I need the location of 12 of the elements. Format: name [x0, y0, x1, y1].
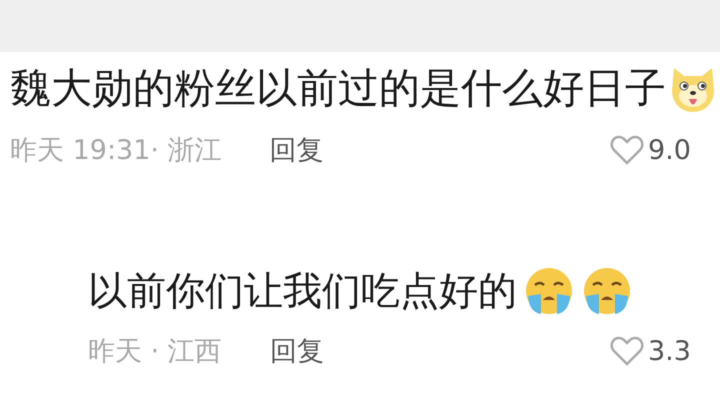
- heart-icon[interactable]: [610, 135, 644, 165]
- crying-emoji-icon: [581, 266, 633, 316]
- heart-icon[interactable]: [610, 336, 644, 366]
- comment-time-location: 昨天 19:31· 浙江: [10, 134, 222, 168]
- comment-time-location: 昨天 · 江西: [88, 335, 222, 369]
- reply-link[interactable]: 回复: [270, 132, 324, 168]
- like-count: 3.3: [648, 336, 691, 366]
- reply-link[interactable]: 回复: [270, 333, 324, 369]
- like-count: 9.0: [648, 134, 691, 166]
- crying-emoji-icon: [523, 266, 575, 316]
- comment-text: 魏大勋的粉丝以前过的是什么好日子: [10, 63, 666, 114]
- comment-text: 以前你们让我们吃点好的: [88, 268, 517, 316]
